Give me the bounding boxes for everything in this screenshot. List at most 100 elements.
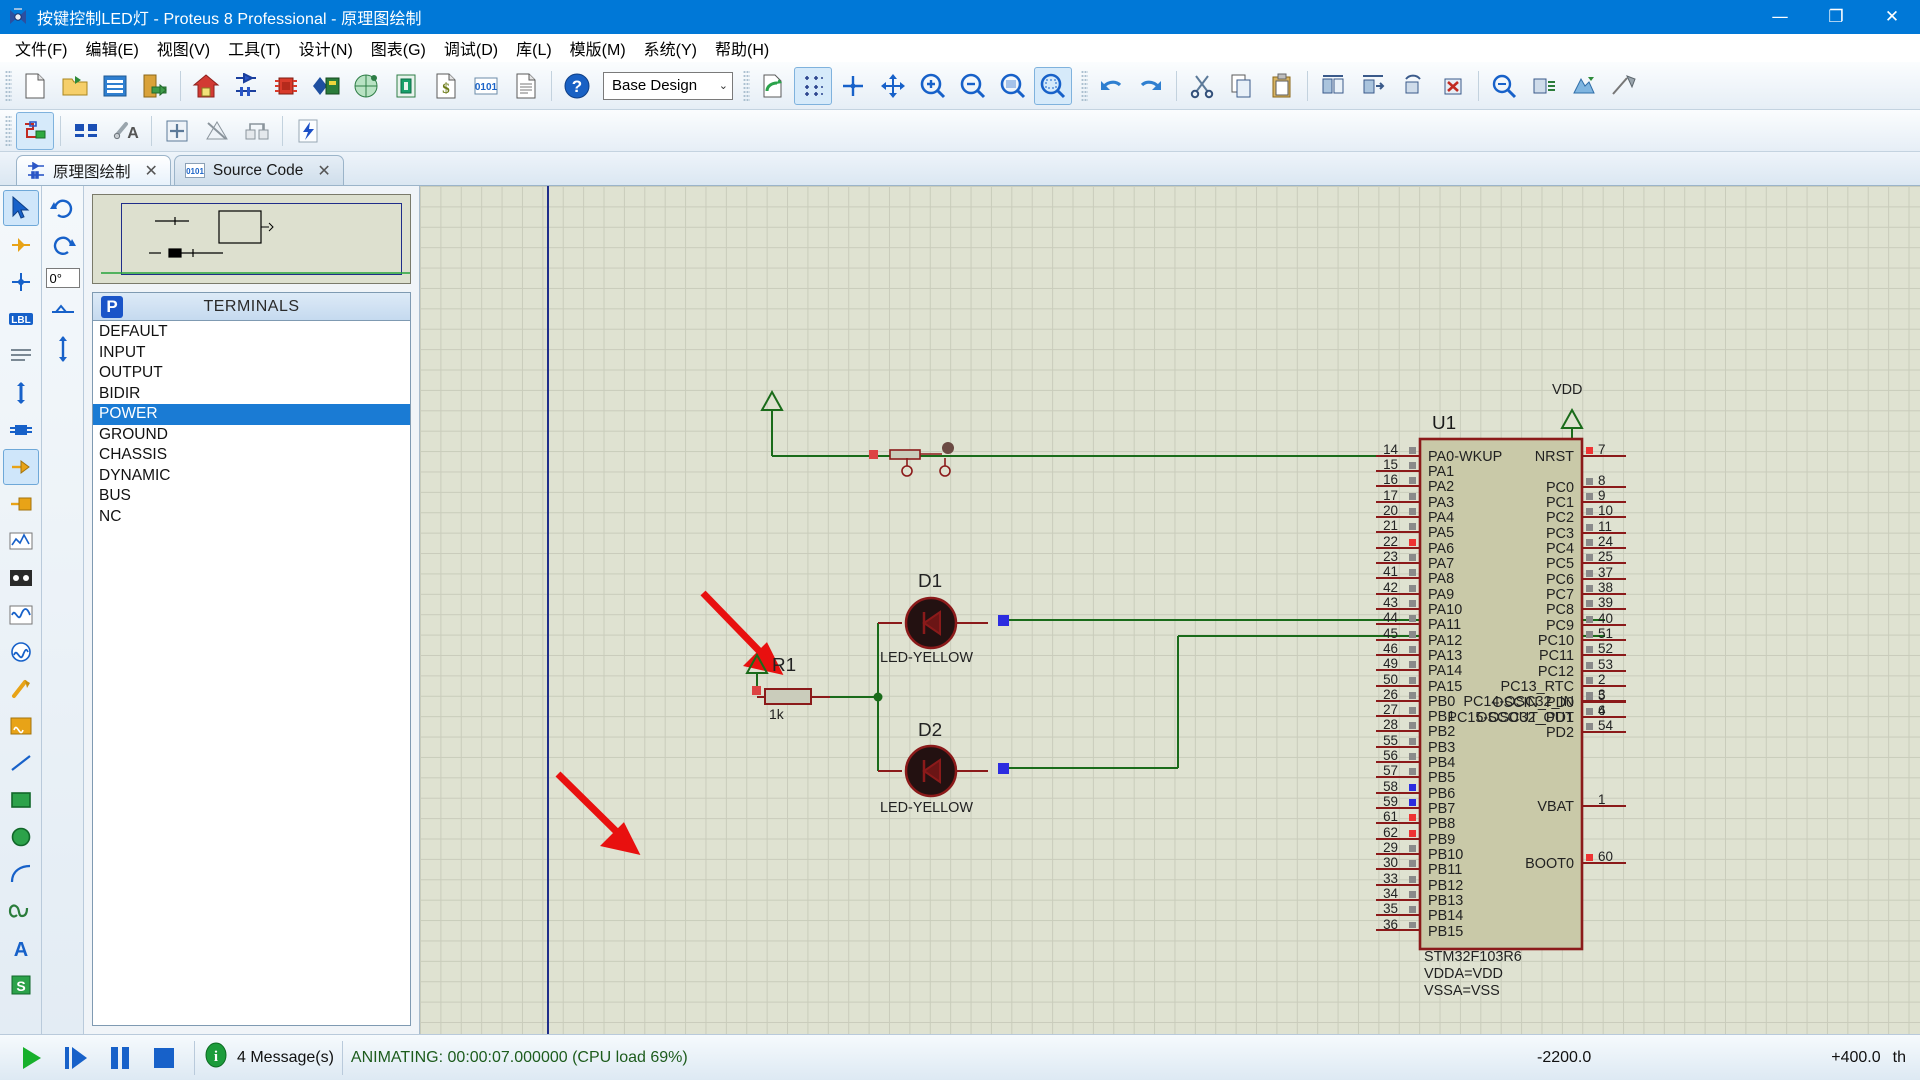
wire-label-mode-icon[interactable]: LBL [3, 301, 39, 337]
box-tool-icon[interactable] [3, 782, 39, 818]
stop-button[interactable] [142, 1038, 186, 1078]
schematic-capture-icon[interactable] [227, 67, 265, 105]
block-copy-icon[interactable] [1314, 67, 1352, 105]
menu-graph[interactable]: 图表(G) [362, 33, 435, 63]
block-rotate-icon[interactable] [1394, 67, 1432, 105]
tape-recorder-mode-icon[interactable] [3, 560, 39, 596]
menu-library[interactable]: 库(L) [507, 33, 561, 63]
zoom-sheet-icon[interactable] [994, 67, 1032, 105]
generator-mode-icon[interactable] [3, 597, 39, 633]
menu-view[interactable]: 视图(V) [148, 33, 219, 63]
overview-preview[interactable] [92, 194, 411, 284]
import-export-icon[interactable] [136, 67, 174, 105]
save-file-icon[interactable] [96, 67, 134, 105]
property-assignment-icon[interactable]: A [107, 112, 145, 150]
picker-item-bidir[interactable]: BIDIR [93, 384, 410, 405]
billing-icon[interactable]: $ [427, 67, 465, 105]
home-schematic-icon[interactable] [187, 67, 225, 105]
junction-dot-mode-icon[interactable] [3, 264, 39, 300]
text-tool-icon[interactable]: A [3, 930, 39, 966]
zoom-in-icon[interactable] [914, 67, 952, 105]
block-move-icon[interactable] [1354, 67, 1392, 105]
virtual-instruments-mode-icon[interactable] [3, 708, 39, 744]
packaging-tool-icon[interactable] [1565, 67, 1603, 105]
refresh-icon[interactable] [754, 67, 792, 105]
text-script-mode-icon[interactable] [3, 338, 39, 374]
menu-file[interactable]: 文件(F) [6, 33, 76, 63]
menu-template[interactable]: 模版(M) [561, 33, 635, 63]
block-delete-icon[interactable] [1434, 67, 1472, 105]
report-icon[interactable] [507, 67, 545, 105]
picker-mode-badge[interactable]: P [101, 296, 123, 318]
current-probe-mode-icon[interactable] [3, 671, 39, 707]
menu-tools[interactable]: 工具(T) [219, 33, 289, 63]
play-button[interactable] [10, 1038, 54, 1078]
picker-item-nc[interactable]: NC [93, 507, 410, 528]
menu-edit[interactable]: 编辑(E) [76, 33, 147, 63]
path-tool-icon[interactable] [3, 893, 39, 929]
picker-list[interactable]: DEFAULT INPUT OUTPUT BIDIR POWER GROUND … [93, 321, 410, 1025]
design-selector[interactable]: Base Design ⌄ [603, 72, 733, 100]
rotate-clockwise-icon[interactable] [45, 190, 81, 226]
3d-viewer-icon[interactable] [307, 67, 345, 105]
picker-item-power[interactable]: POWER [93, 404, 410, 425]
search-tag-icon[interactable] [67, 112, 105, 150]
make-device-icon[interactable] [1525, 67, 1563, 105]
wire-label-mode-icon[interactable] [16, 112, 54, 150]
minimize-button[interactable]: — [1752, 0, 1808, 34]
help-icon[interactable]: ? [558, 67, 596, 105]
selection-mode-icon[interactable] [3, 190, 39, 226]
toolbar-grip[interactable] [743, 70, 750, 102]
pan-icon[interactable] [874, 67, 912, 105]
symbol-tool-icon[interactable]: S [3, 967, 39, 1003]
step-button[interactable] [54, 1038, 98, 1078]
paste-icon[interactable] [1263, 67, 1301, 105]
graph-mode-icon[interactable] [3, 523, 39, 559]
schematic-canvas[interactable]: U1PA0-WKUP14PA115PA216PA317PA420PA521PA6… [420, 186, 1920, 1034]
maximize-button[interactable]: ❐ [1808, 0, 1864, 34]
menu-design[interactable]: 设计(N) [290, 33, 362, 63]
menu-debug[interactable]: 调试(D) [435, 33, 507, 63]
close-button[interactable]: ✕ [1864, 0, 1920, 34]
grid-toggle-icon[interactable] [794, 67, 832, 105]
line-tool-icon[interactable] [3, 745, 39, 781]
picker-item-default[interactable]: DEFAULT [93, 322, 410, 343]
electrical-rules-check-icon[interactable] [289, 112, 327, 150]
menu-help[interactable]: 帮助(H) [706, 33, 778, 63]
component-mode-icon[interactable] [3, 227, 39, 263]
voltage-probe-mode-icon[interactable] [3, 634, 39, 670]
remove-sheet-icon[interactable] [198, 112, 236, 150]
picker-item-bus[interactable]: BUS [93, 486, 410, 507]
bill-of-materials-icon[interactable] [347, 67, 385, 105]
rotation-angle-field[interactable]: 0° [46, 268, 80, 288]
decompose-icon[interactable] [1605, 67, 1643, 105]
circle-tool-icon[interactable] [3, 819, 39, 855]
zoom-area-icon[interactable] [1034, 67, 1072, 105]
picker-item-dynamic[interactable]: DYNAMIC [93, 466, 410, 487]
buses-mode-icon[interactable] [3, 375, 39, 411]
origin-icon[interactable] [834, 67, 872, 105]
source-code-icon[interactable]: 0101 [467, 67, 505, 105]
picker-item-chassis[interactable]: CHASSIS [93, 445, 410, 466]
close-icon[interactable]: ✕ [145, 161, 158, 180]
subcircuit-icon[interactable] [238, 112, 276, 150]
tab-schematic[interactable]: 原理图绘制 ✕ [16, 155, 171, 185]
zoom-out-icon[interactable] [954, 67, 992, 105]
tab-source-code[interactable]: 0101 Source Code ✕ [174, 155, 344, 185]
messages-area[interactable]: i 4 Message(s) [203, 1042, 334, 1073]
toolbar-grip[interactable] [5, 70, 12, 102]
mirror-horizontal-icon[interactable] [45, 294, 81, 330]
report-doc-icon[interactable] [387, 67, 425, 105]
toolbar-grip[interactable] [5, 115, 12, 147]
picker-item-ground[interactable]: GROUND [93, 425, 410, 446]
device-pins-mode-icon[interactable] [3, 486, 39, 522]
terminals-mode-icon[interactable] [3, 449, 39, 485]
new-sheet-icon[interactable] [158, 112, 196, 150]
mirror-vertical-icon[interactable] [45, 331, 81, 367]
redo-icon[interactable] [1132, 67, 1170, 105]
picker-item-input[interactable]: INPUT [93, 343, 410, 364]
rotate-counterclockwise-icon[interactable] [45, 227, 81, 263]
subcircuit-mode-icon[interactable] [3, 412, 39, 448]
arc-tool-icon[interactable] [3, 856, 39, 892]
pause-button[interactable] [98, 1038, 142, 1078]
